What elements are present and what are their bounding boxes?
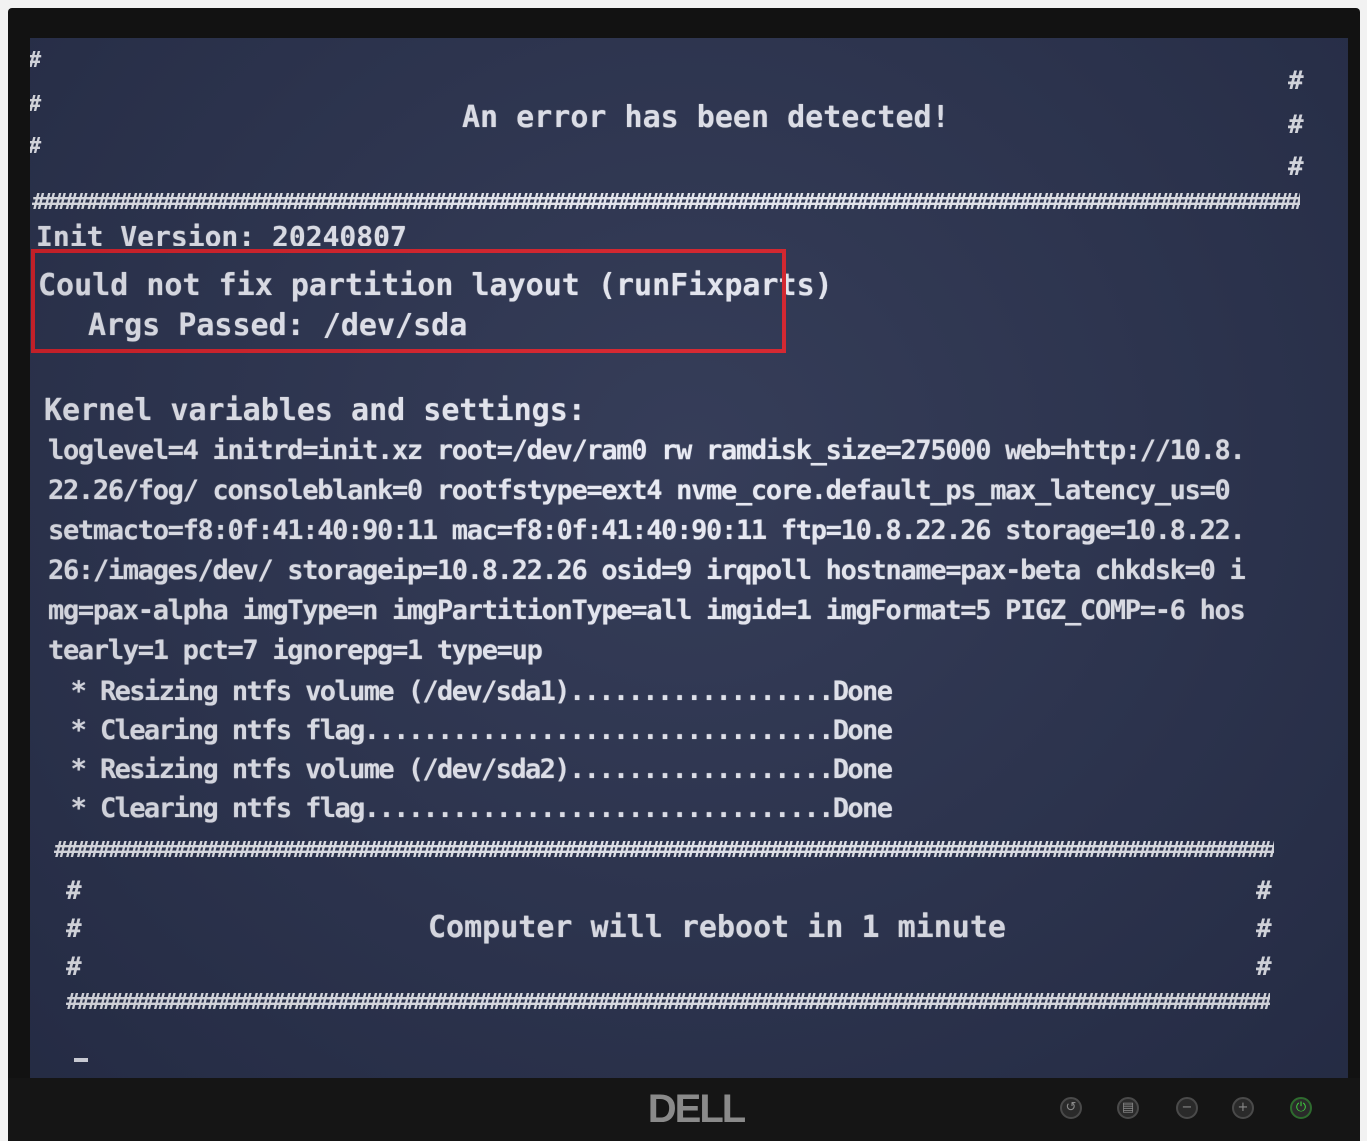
reboot-message: Computer will reboot in 1 minute	[428, 910, 1006, 945]
progress-line: * Clearing ntfs flag....................…	[56, 793, 893, 824]
input-source-button[interactable]: ↺	[1060, 1097, 1082, 1119]
footer-hash: #	[1256, 952, 1272, 982]
kernel-line: tearly=1 pct=7 ignorepg=1 type=up	[48, 635, 543, 666]
kernel-line: 22.26/fog/ consoleblank=0 rootfstype=ext…	[48, 475, 1231, 506]
header-hash: #	[1288, 66, 1304, 96]
footer-hash: #	[66, 876, 82, 906]
kernel-line: setmacto=f8:0f:41:40:90:11 mac=f8:0f:41:…	[48, 515, 1246, 546]
header-hash: #	[1288, 152, 1304, 182]
footer-hash-divider: ########################################…	[66, 990, 1270, 1015]
error-title: An error has been detected!	[462, 100, 950, 135]
footer-hash-divider: ########################################…	[54, 838, 1274, 863]
dell-logo: DELL	[647, 1087, 746, 1131]
footer-hash: #	[1256, 876, 1272, 906]
power-button[interactable]: ⏻	[1290, 1097, 1312, 1119]
plus-button[interactable]: +	[1232, 1097, 1254, 1119]
init-version: Init Version: 20240807	[36, 220, 407, 246]
console-screen: # # # # # # An error has been detected! …	[30, 38, 1348, 1078]
kernel-line: mg=pax-alpha imgType=n imgPartitionType=…	[48, 595, 1246, 626]
header-hash: #	[1288, 110, 1304, 140]
progress-line: * Resizing ntfs volume (/dev/sda1)......…	[56, 676, 893, 707]
progress-line: * Clearing ntfs flag....................…	[56, 715, 893, 746]
header-hash: #	[30, 134, 41, 159]
minus-button[interactable]: −	[1176, 1097, 1198, 1119]
footer-hash: #	[1256, 914, 1272, 944]
kernel-line: loglevel=4 initrd=init.xz root=/dev/ram0…	[48, 435, 1246, 466]
error-highlight-box	[31, 249, 786, 353]
header-hash-divider: ########################################…	[32, 190, 1300, 215]
header-hash: #	[30, 92, 41, 117]
kernel-line: 26:/images/dev/ storageip=10.8.22.26 osi…	[48, 555, 1246, 586]
menu-button[interactable]: ▤	[1117, 1097, 1139, 1119]
header-hash: #	[30, 48, 41, 73]
kernel-heading: Kernel variables and settings:	[44, 393, 586, 428]
progress-line: * Resizing ntfs volume (/dev/sda2)......…	[56, 754, 893, 785]
console-cursor	[74, 1058, 88, 1062]
footer-hash: #	[66, 914, 82, 944]
footer-hash: #	[66, 952, 82, 982]
